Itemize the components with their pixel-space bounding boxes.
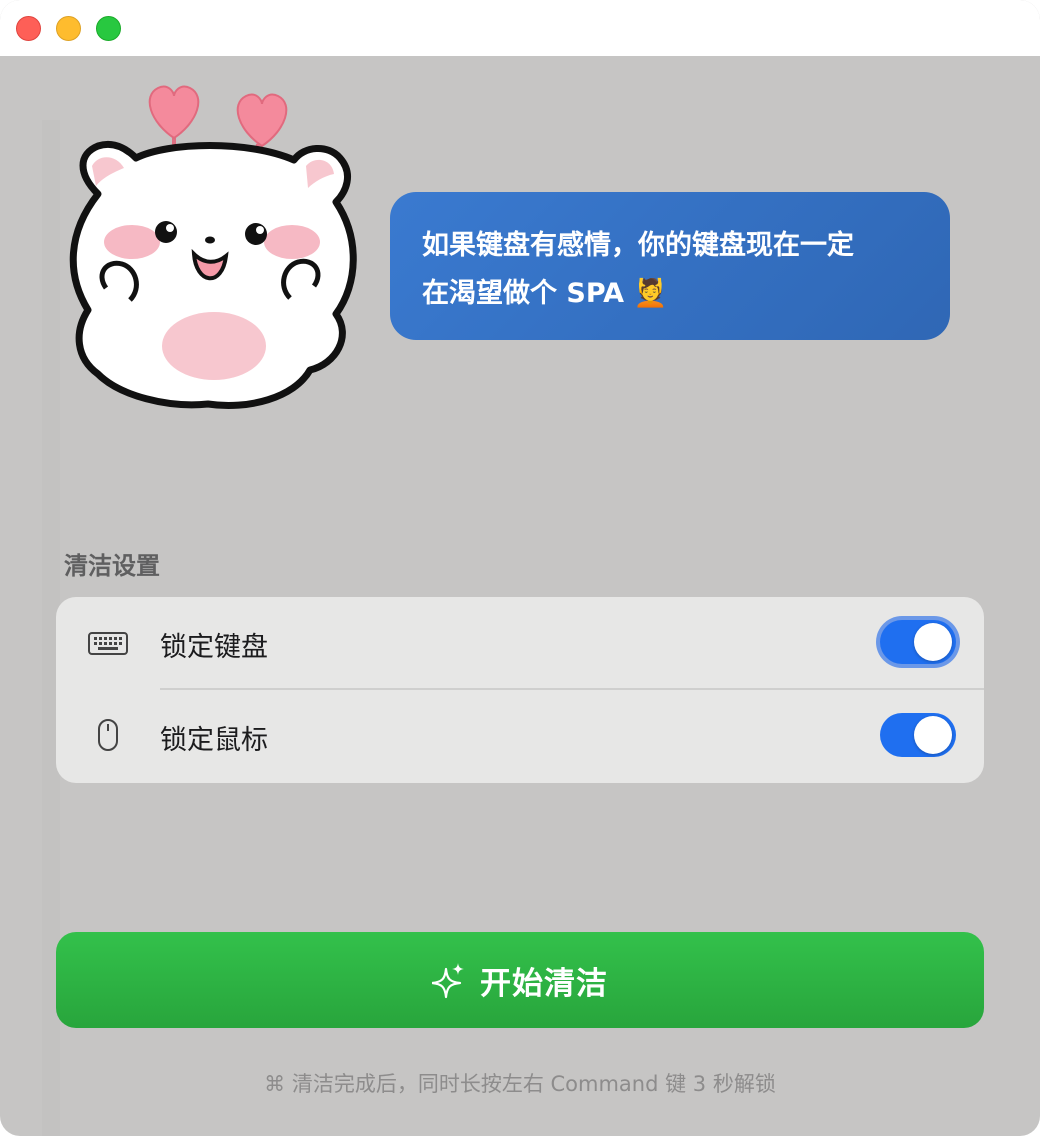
lock-mouse-label: 锁定鼠标 (160, 725, 268, 756)
setting-row-lock-keyboard: 锁定键盘 (56, 597, 984, 689)
settings-card: 锁定键盘 锁定鼠标 (56, 597, 984, 783)
minimize-button[interactable] (56, 16, 81, 41)
setting-row-lock-mouse: 锁定鼠标 (56, 690, 984, 782)
title-bar (0, 0, 1040, 56)
start-cleaning-label: 开始清洁 (480, 965, 608, 1002)
app-window: 如果键盘有感情，你的键盘现在一定 在渴望做个 SPA 💆 清洁设置 锁定键盘 锁… (0, 0, 1040, 1136)
lock-keyboard-label: 锁定键盘 (160, 632, 268, 663)
unlock-hint: ⌘ 清洁完成后，同时长按左右 Command 键 3 秒解锁 (264, 1072, 776, 1096)
speech-bubble: 如果键盘有感情，你的键盘现在一定 在渴望做个 SPA 💆 (390, 192, 950, 340)
section-title: 清洁设置 (64, 552, 160, 580)
start-cleaning-button[interactable]: 开始清洁 (56, 932, 984, 1028)
zoom-button[interactable] (96, 16, 121, 41)
lock-mouse-toggle[interactable] (880, 713, 956, 757)
speech-bubble-line-1: 如果键盘有感情，你的键盘现在一定 (422, 230, 854, 261)
toggle-knob (914, 623, 952, 661)
sparkle-icon (432, 963, 464, 999)
toggle-knob (914, 716, 952, 754)
close-button[interactable] (16, 16, 41, 41)
speech-bubble-line-2: 在渴望做个 SPA 💆 (422, 278, 668, 309)
mouse-icon (98, 719, 118, 751)
lock-keyboard-toggle[interactable] (880, 620, 956, 664)
hamster-mascot-image (69, 85, 357, 409)
keyboard-icon (88, 632, 128, 655)
